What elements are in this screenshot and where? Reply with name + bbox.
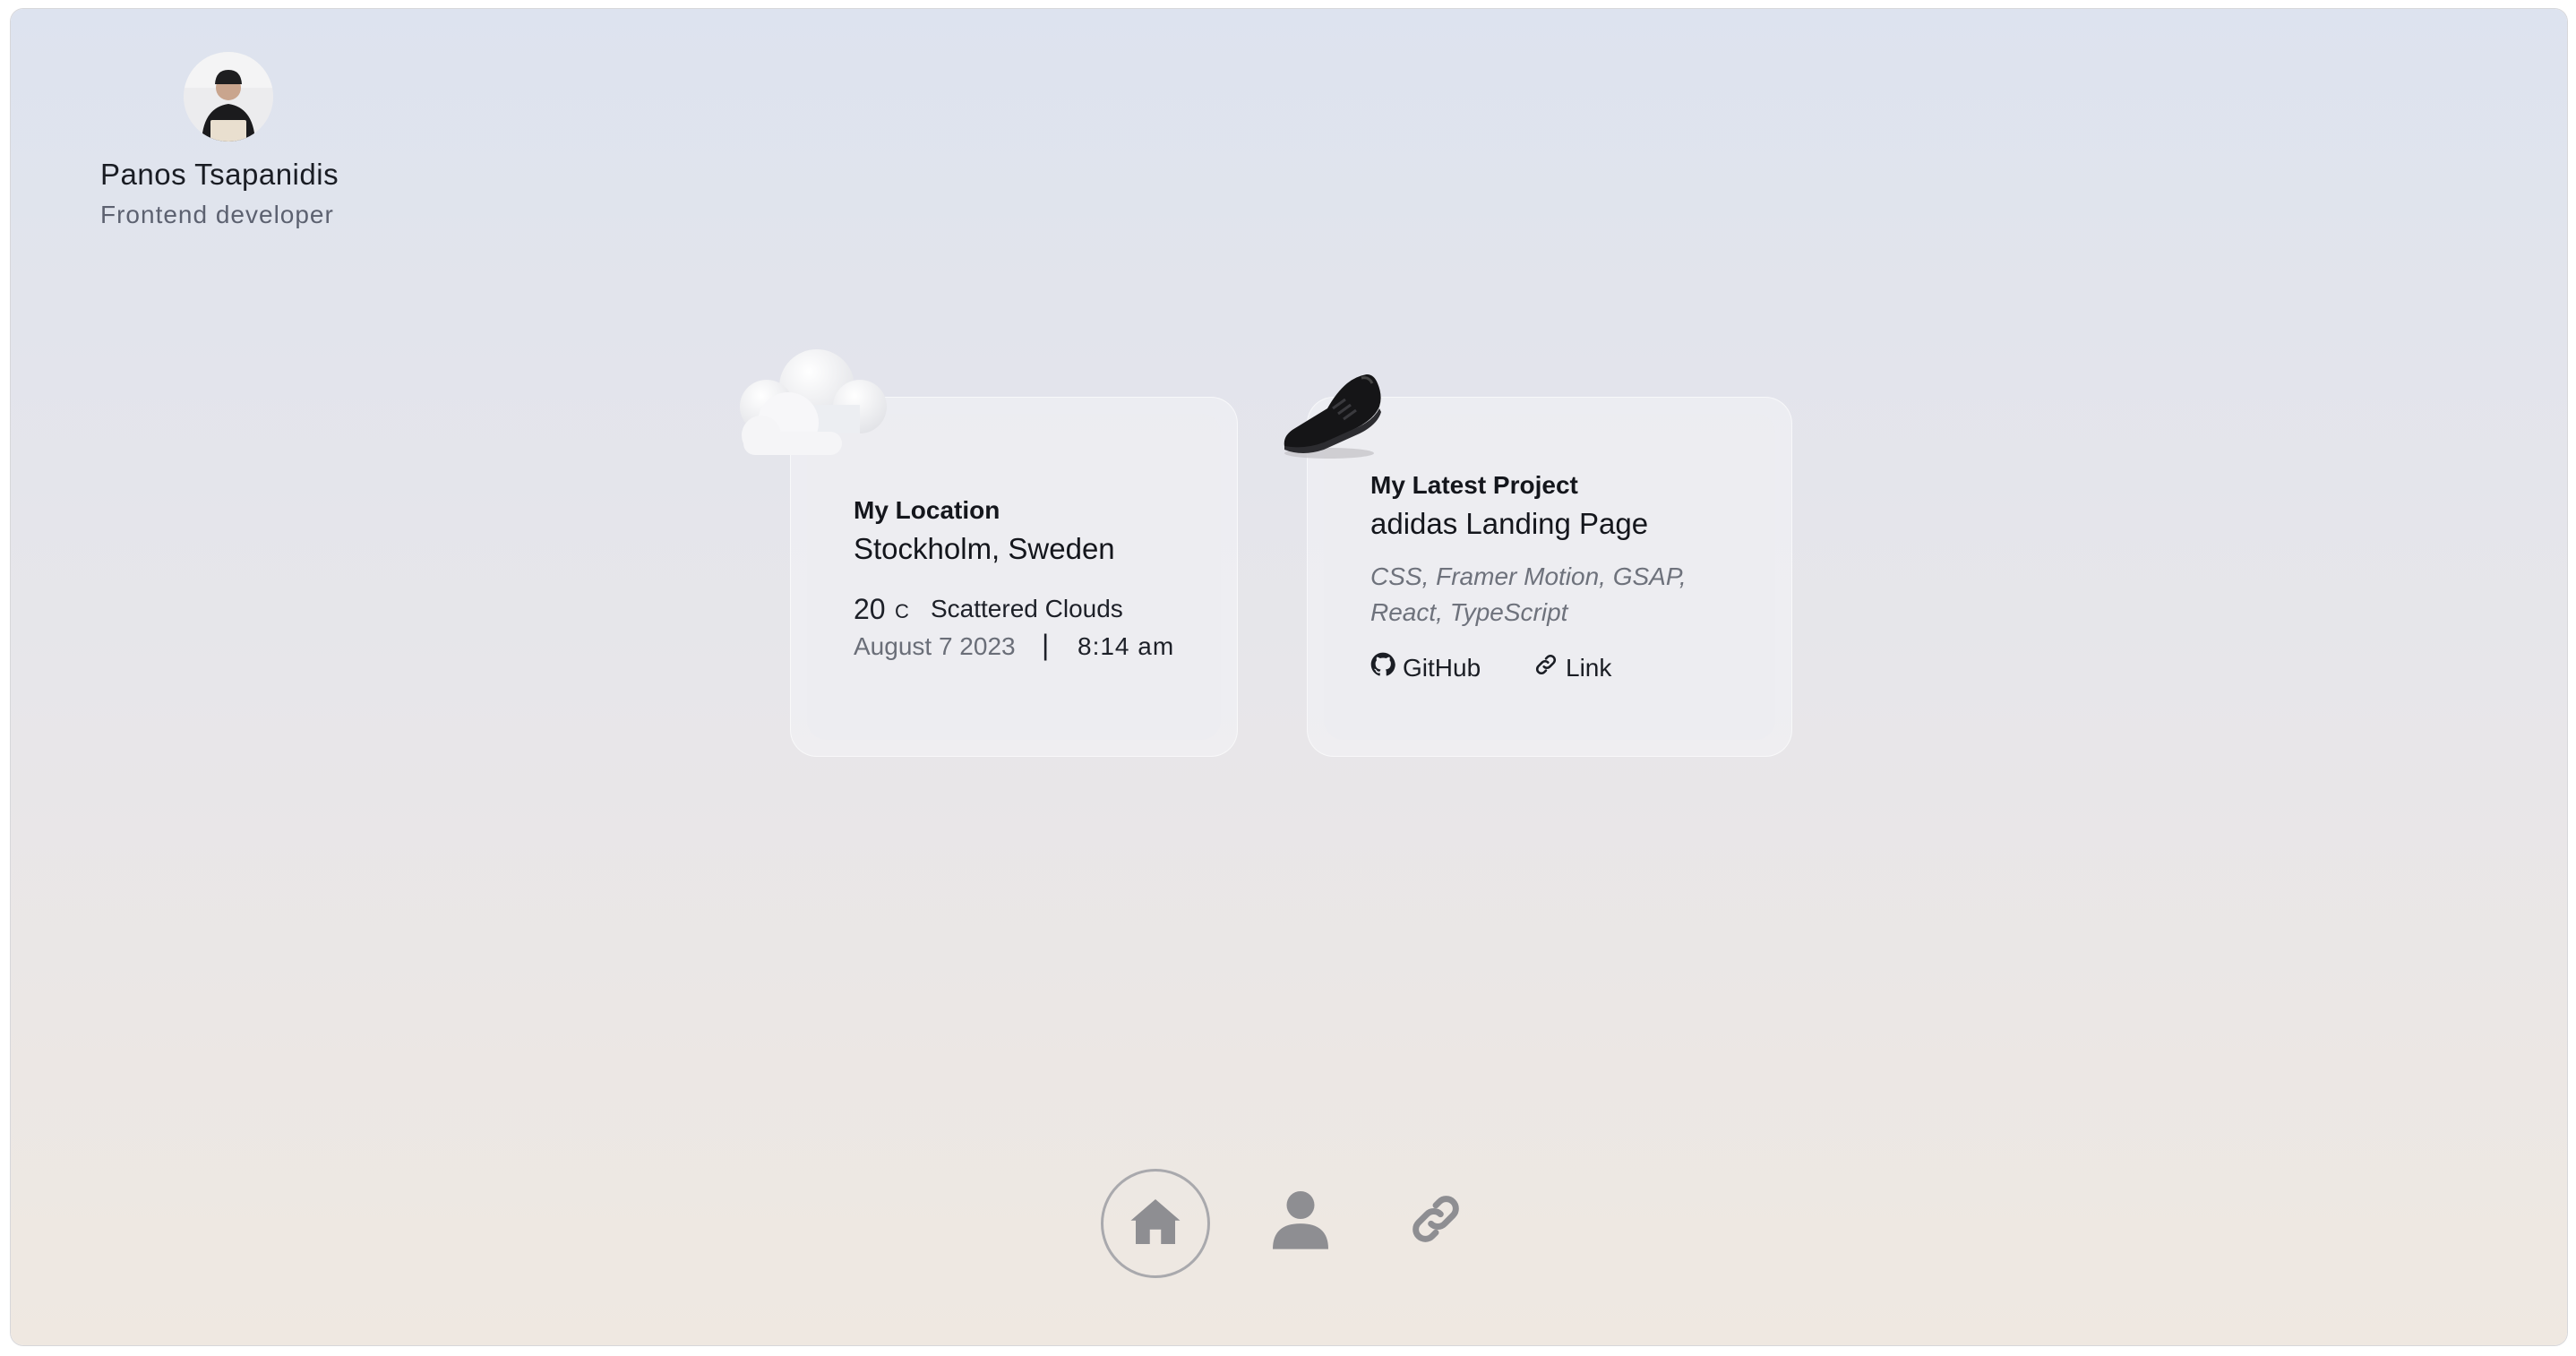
link-label: Link [1566, 653, 1612, 682]
project-title: adidas Landing Page [1370, 507, 1649, 540]
user-icon [1273, 1189, 1328, 1254]
avatar [184, 52, 273, 142]
temperature-unit: C [895, 600, 909, 622]
sneaker-icon [1274, 356, 1399, 473]
location-card-inner [807, 414, 1221, 740]
cloud-icon [734, 342, 892, 459]
profile-name: Panos Tsapanidis [100, 158, 339, 191]
location-label: My Location [854, 496, 1000, 524]
github-label: GitHub [1403, 653, 1481, 682]
home-icon [1129, 1197, 1182, 1251]
github-link[interactable]: GitHub [1370, 652, 1481, 683]
location-city: Stockholm, Sweden [854, 532, 1115, 565]
nav-home-button[interactable] [1101, 1169, 1210, 1278]
nav-about-button[interactable] [1249, 1169, 1352, 1273]
project-tech-line-1: CSS, Framer Motion, GSAP, [1370, 562, 1687, 590]
app-window: Panos Tsapanidis Frontend developer My L… [11, 9, 2567, 1345]
temperature-value: 20 [854, 593, 886, 625]
date-time-separator: | [1042, 629, 1050, 661]
chain-link-icon [1407, 1190, 1464, 1252]
current-time: 8:14 am [1078, 632, 1175, 660]
link-icon [1533, 652, 1558, 683]
weather-condition: Scattered Clouds [931, 595, 1123, 622]
project-label: My Latest Project [1370, 471, 1578, 499]
nav-links-button[interactable] [1384, 1169, 1488, 1273]
profile-role: Frontend developer [100, 201, 334, 228]
current-date: August 7 2023 [854, 632, 1016, 660]
github-icon [1370, 652, 1395, 683]
project-link[interactable]: Link [1533, 652, 1611, 683]
project-tech-line-2: React, TypeScript [1370, 598, 1568, 626]
